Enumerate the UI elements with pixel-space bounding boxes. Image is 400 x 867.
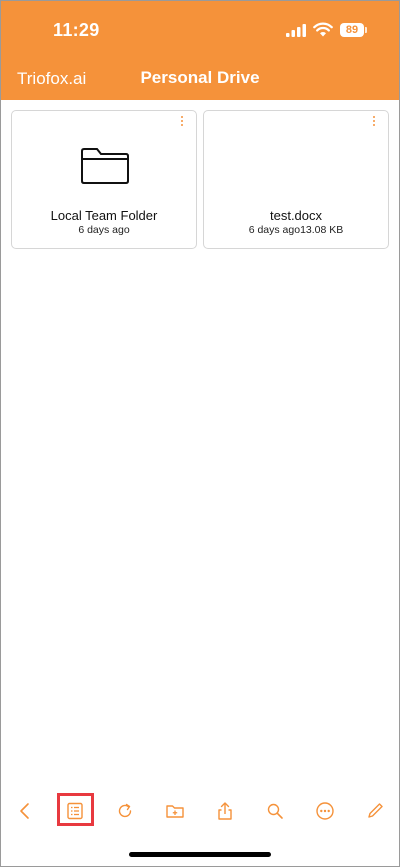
highlight-box	[57, 793, 94, 826]
search-icon[interactable]	[262, 798, 288, 824]
upload-icon[interactable]	[212, 798, 238, 824]
back-icon[interactable]	[12, 798, 38, 824]
refresh-icon[interactable]	[112, 798, 138, 824]
app-header: 11:29 89 Triofox.ai Personal Drive	[1, 1, 399, 100]
status-time: 11:29	[53, 20, 100, 40]
file-card-test-docx[interactable]: test.docx 6 days ago13.08 KB	[203, 110, 389, 249]
battery-indicator: 89	[340, 23, 364, 37]
wifi-icon	[313, 22, 333, 37]
status-bar: 11:29 89	[1, 1, 399, 57]
item-name: Local Team Folder	[50, 208, 158, 223]
item-name: test.docx	[269, 208, 323, 223]
home-indicator	[129, 852, 271, 857]
item-menu-icon[interactable]	[177, 114, 187, 128]
page-title: Personal Drive	[140, 68, 260, 87]
battery-tip	[365, 27, 367, 33]
more-icon[interactable]	[312, 798, 338, 824]
item-meta: 6 days ago13.08 KB	[248, 224, 344, 236]
battery-level: 89	[345, 24, 359, 36]
item-meta: 6 days ago	[78, 224, 130, 236]
cellular-signal-icon	[286, 24, 306, 37]
folder-icon	[81, 148, 129, 184]
edit-icon[interactable]	[362, 798, 388, 824]
file-card-local-team-folder[interactable]: Local Team Folder 6 days ago	[11, 110, 197, 249]
new-folder-icon[interactable]	[162, 798, 188, 824]
item-menu-icon[interactable]	[369, 114, 379, 128]
